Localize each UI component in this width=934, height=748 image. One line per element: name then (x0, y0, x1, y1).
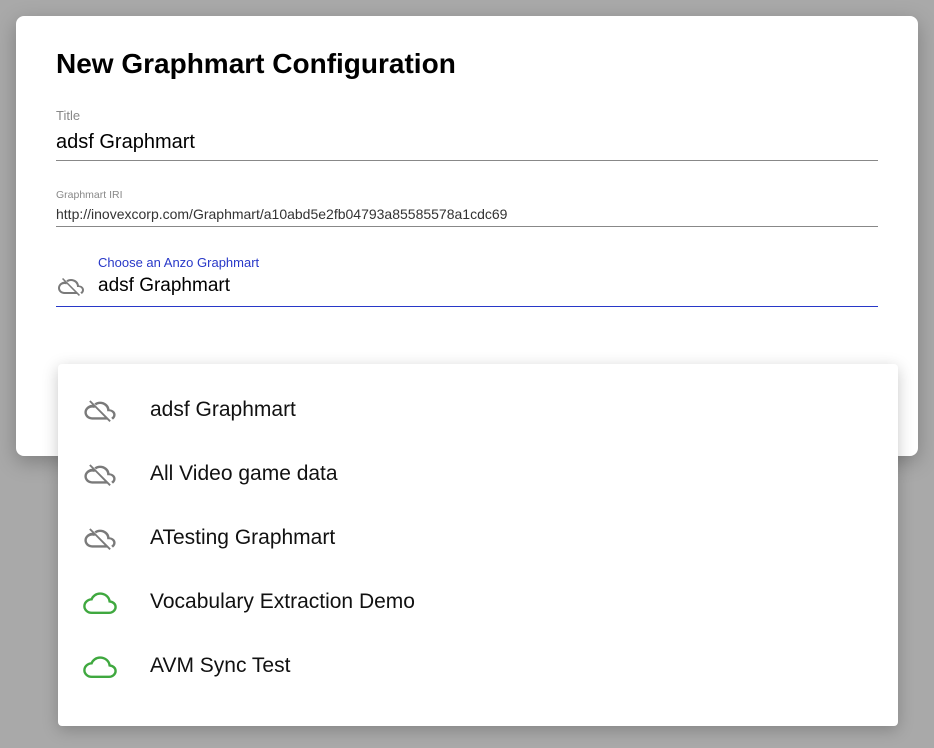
dropdown-option-label: adsf Graphmart (150, 398, 296, 422)
dropdown-option-label: All Video game data (150, 462, 338, 486)
combobox-row[interactable] (56, 274, 878, 307)
iri-field: Graphmart IRI (56, 189, 878, 227)
dropdown-option-label: Vocabulary Extraction Demo (150, 590, 415, 614)
cloud-icon (82, 652, 118, 680)
cloud-off-icon (56, 274, 86, 298)
combobox-input[interactable] (98, 275, 878, 297)
dropdown-option-label: ATesting Graphmart (150, 526, 335, 550)
dropdown-option[interactable]: All Video game data (58, 442, 898, 506)
cloud-icon (82, 588, 118, 616)
dropdown-option[interactable]: adsf Graphmart (58, 378, 898, 442)
title-field: Title (56, 108, 878, 161)
graphmart-combobox[interactable]: Choose an Anzo Graphmart (56, 255, 878, 307)
graphmart-dropdown: adsf Graphmart All Video game data ATest… (58, 364, 898, 726)
dropdown-option[interactable]: ATesting Graphmart (58, 506, 898, 570)
cloud-off-icon (82, 396, 118, 424)
iri-label: Graphmart IRI (56, 189, 878, 201)
cloud-off-icon (82, 460, 118, 488)
modal-title: New Graphmart Configuration (56, 48, 878, 80)
title-label: Title (56, 108, 878, 123)
title-input[interactable] (56, 127, 878, 161)
cloud-off-icon (82, 524, 118, 552)
dropdown-option[interactable]: Vocabulary Extraction Demo (58, 570, 898, 634)
dropdown-option-label: AVM Sync Test (150, 654, 290, 678)
dropdown-option[interactable]: AVM Sync Test (58, 634, 898, 698)
combobox-label: Choose an Anzo Graphmart (98, 255, 878, 270)
iri-input[interactable] (56, 205, 878, 227)
